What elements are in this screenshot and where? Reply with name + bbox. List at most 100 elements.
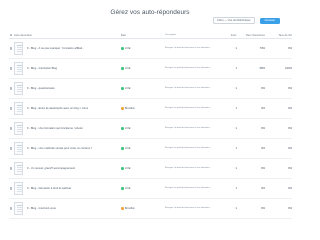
row-name-cell[interactable]: 0 - Blog - Inscription Blog xyxy=(13,62,121,75)
autoresponder-name[interactable]: 0 - Un nouvel, grand? accompagnement xyxy=(27,167,75,170)
row-state-cell: LIVE xyxy=(121,147,165,150)
status-label: Brouillon xyxy=(125,107,135,110)
email-thumbnail[interactable] xyxy=(14,182,23,195)
table-body: 0 - Blog - A ne pas manquer : formation … xyxy=(9,39,292,219)
email-thumbnail[interactable] xyxy=(14,82,23,95)
table-row[interactable]: 0 - Blog - questionnaire LIVE Envoyez l'e-… xyxy=(9,79,292,99)
autoresponder-name[interactable]: 0 - Blog - Une méthode simple pour créer… xyxy=(27,147,92,150)
row-description: Envoyez l'e-mail de bienvenue à vos abon… xyxy=(165,47,212,50)
email-thumbnail[interactable] xyxy=(14,122,23,135)
row-subscribers: 1 xyxy=(235,167,238,170)
autoresponder-name[interactable]: 0 - Blog - Entre la catastrophe avec un … xyxy=(27,107,88,110)
row-open-rate: 0% xyxy=(261,207,265,210)
row-name-cell[interactable]: 0 - Blog - questionnaire xyxy=(13,82,121,95)
row-description: Envoyez l'e-mail de bienvenue à vos abon… xyxy=(165,147,212,150)
autoresponder-name[interactable]: 0 - Blog - Une formation qui fonctionne … xyxy=(27,127,83,130)
email-thumbnail[interactable] xyxy=(14,62,23,75)
select-all-checkbox[interactable] xyxy=(9,33,13,37)
status-label: Brouillon xyxy=(125,207,135,210)
row-state-cell: LIVE xyxy=(121,67,165,70)
table-row[interactable]: 0 - Blog - Inscription Blog LIVE Envoyez l… xyxy=(9,59,292,79)
status-label: LIVE xyxy=(125,87,131,90)
autoresponder-name[interactable]: 0 - Blog - Démarrer à fond le webinar xyxy=(27,187,71,190)
email-thumbnail[interactable] xyxy=(14,102,23,115)
page-title: Gérez vos auto-répondeurs xyxy=(110,9,190,16)
row-checkbox[interactable] xyxy=(9,67,13,70)
row-subscribers: 1 xyxy=(235,207,238,210)
table-row[interactable]: 0 - Blog - A ne pas manquer : formation … xyxy=(9,39,292,59)
filter-view-button[interactable]: Filtrer — Vue de bibliothèque xyxy=(213,17,255,24)
row-checkbox[interactable] xyxy=(9,167,13,170)
row-description: Envoyez l'e-mail de bienvenue à vos abon… xyxy=(165,87,212,90)
table-header: Auto-répondeur État Description Inscr. T… xyxy=(9,32,292,39)
row-click-rate: 0% xyxy=(288,147,292,150)
row-subscribers: 1 xyxy=(235,187,238,190)
header-open-rate[interactable]: Taux d'ouverture xyxy=(237,34,265,37)
row-subscribers: 1 xyxy=(235,107,238,110)
row-checkbox[interactable] xyxy=(9,147,13,150)
row-name-cell[interactable]: 0 - Blog - A ne pas manquer : formation … xyxy=(13,42,121,55)
table-row[interactable]: 0 - Blog - Une formation qui fonctionne … xyxy=(9,119,292,139)
row-checkbox[interactable] xyxy=(9,87,13,90)
status-dot-icon xyxy=(121,187,124,190)
header-click-rate[interactable]: Taux de clic xyxy=(265,34,292,37)
email-thumbnail[interactable] xyxy=(14,42,23,55)
email-thumbnail[interactable] xyxy=(14,162,23,175)
header-name[interactable]: Auto-répondeur xyxy=(13,34,121,37)
row-description: Envoyez l'e-mail de bienvenue à vos abon… xyxy=(165,107,212,110)
email-thumbnail[interactable] xyxy=(14,142,23,155)
row-name-cell[interactable]: 0 - Blog - Une méthode simple pour créer… xyxy=(13,142,121,155)
row-name-cell[interactable]: 0 - Blog - Une formation qui fonctionne … xyxy=(13,122,121,135)
row-open-rate: 68% xyxy=(259,67,265,70)
row-subscribers: 1 xyxy=(235,147,238,150)
autoresponder-name[interactable]: 0 - Blog - A ne pas manquer : formation … xyxy=(27,47,84,50)
row-name-cell[interactable]: 0 - Blog - Démarrer à fond le webinar xyxy=(13,182,121,195)
row-checkbox[interactable] xyxy=(9,187,13,190)
row-open-rate: 0% xyxy=(261,147,265,150)
row-open-rate: 0% xyxy=(261,187,265,190)
row-state-cell: LIVE xyxy=(121,87,165,90)
autoresponder-name[interactable]: 0 - Blog - questionnaire xyxy=(27,87,55,90)
row-name-cell[interactable]: 0 - Blog - Inscrivez-vous xyxy=(13,202,121,215)
row-checkbox[interactable] xyxy=(9,127,13,130)
autoresponder-name[interactable]: 0 - Blog - Inscription Blog xyxy=(27,67,57,70)
row-checkbox[interactable] xyxy=(9,47,13,50)
row-checkbox[interactable] xyxy=(9,207,13,210)
status-label: LIVE xyxy=(125,47,131,50)
status-label: LIVE xyxy=(125,67,131,70)
row-open-rate: 0% xyxy=(261,127,265,130)
row-name-cell[interactable]: 0 - Blog - Entre la catastrophe avec un … xyxy=(13,102,121,115)
status-dot-icon xyxy=(121,47,124,50)
row-click-rate: 100% xyxy=(285,67,292,70)
status-label: LIVE xyxy=(125,127,131,130)
table-row[interactable]: 0 - Blog - Inscrivez-vous Brouillon Envoye… xyxy=(9,199,292,219)
row-click-rate: 0% xyxy=(288,187,292,190)
header-description[interactable]: Description xyxy=(165,34,217,37)
row-state-cell: LIVE xyxy=(121,167,165,170)
table-row[interactable]: 0 - Blog - Démarrer à fond le webinar LIV… xyxy=(9,179,292,199)
row-description: Envoyez l'e-mail de bienvenue à vos abon… xyxy=(165,67,212,70)
row-state-cell: LIVE xyxy=(121,187,165,190)
status-label: LIVE xyxy=(125,147,131,150)
row-click-rate: 0% xyxy=(288,167,292,170)
table-row[interactable]: 0 - Un nouvel, grand? accompagnement LIVE… xyxy=(9,159,292,179)
row-state-cell: Brouillon xyxy=(121,207,165,210)
row-subscribers: 1 xyxy=(235,67,238,70)
row-description: Envoyez l'e-mail de bienvenue à vos abon… xyxy=(165,207,212,210)
row-subscribers: 1 xyxy=(235,127,238,130)
row-checkbox[interactable] xyxy=(9,107,13,110)
row-open-rate: 0% xyxy=(261,87,265,90)
header-state[interactable]: État xyxy=(121,34,165,37)
row-state-cell: LIVE xyxy=(121,127,165,130)
header-subscribers[interactable]: Inscr. xyxy=(217,34,237,37)
table-row[interactable]: 0 - Blog - Entre la catastrophe avec un … xyxy=(9,99,292,119)
table-row[interactable]: 0 - Blog - Une méthode simple pour créer… xyxy=(9,139,292,159)
row-name-cell[interactable]: 0 - Un nouvel, grand? accompagnement xyxy=(13,162,121,175)
status-dot-icon xyxy=(121,67,124,70)
new-autoresponder-button[interactable]: Nouveau xyxy=(259,17,280,24)
email-thumbnail[interactable] xyxy=(14,202,23,215)
status-label: LIVE xyxy=(125,167,131,170)
autoresponder-name[interactable]: 0 - Blog - Inscrivez-vous xyxy=(27,207,56,210)
row-click-rate: 0% xyxy=(288,47,292,50)
row-open-rate: 0% xyxy=(261,167,265,170)
